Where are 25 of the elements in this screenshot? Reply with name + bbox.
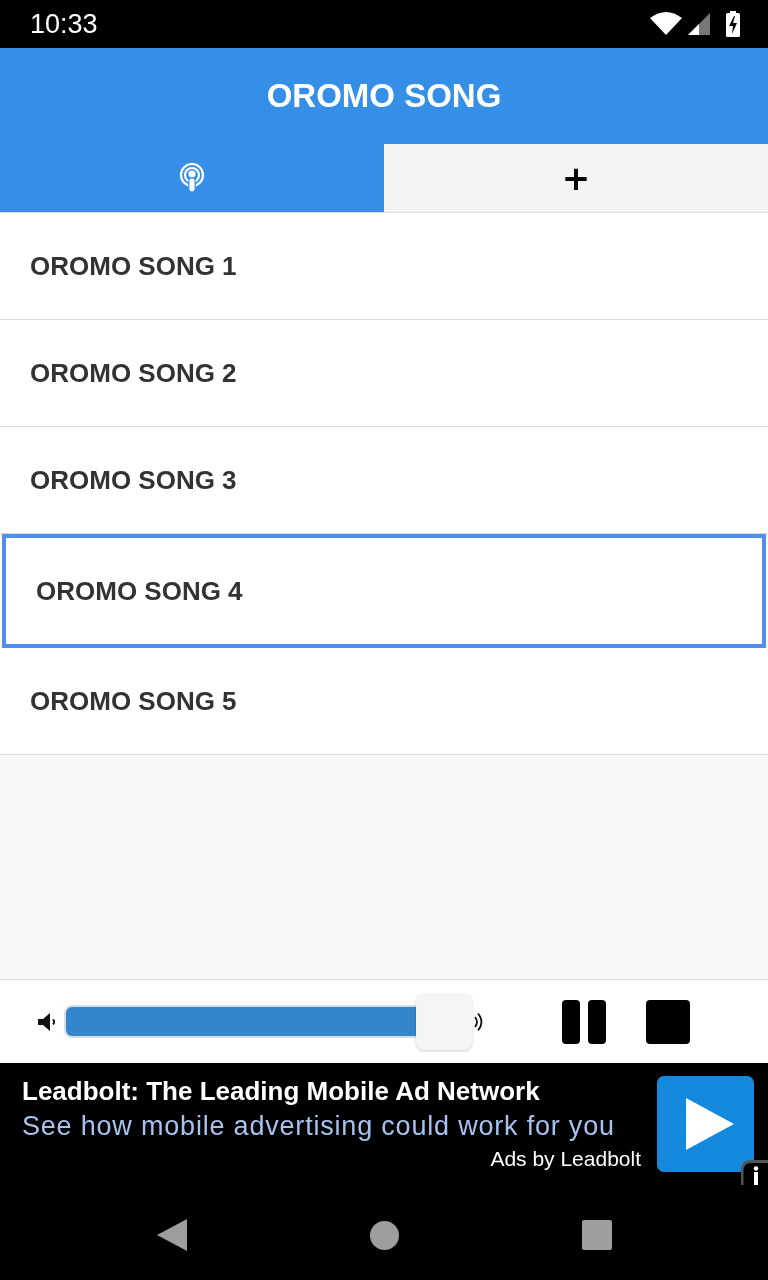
volume-slider[interactable] — [64, 993, 472, 1050]
app-title: OROMO SONG — [266, 76, 502, 116]
signal-icon — [688, 13, 710, 35]
ad-attribution: Ads by Leadbolt — [490, 1146, 641, 1172]
pause-button[interactable] — [562, 999, 606, 1044]
sound-waves-icon — [474, 1011, 485, 1032]
info-icon[interactable] — [741, 1160, 768, 1185]
stop-button[interactable] — [646, 999, 690, 1044]
back-icon[interactable] — [156, 1219, 187, 1251]
ad-headline: Leadbolt: The Leading Mobile Ad Network — [22, 1075, 540, 1108]
status-time: 10:33 — [30, 8, 98, 40]
stop-icon — [646, 999, 690, 1044]
pause-icon — [562, 999, 606, 1044]
ad-banner[interactable]: Leadbolt: The Leading Mobile Ad Network See how mobile advertising could work for you Ads by Leadbolt — [0, 1063, 768, 1190]
ad-text: See how mobile advertising could work for you — [22, 1110, 615, 1143]
add-tab[interactable]: + — [384, 144, 768, 212]
play-icon[interactable] — [657, 1076, 754, 1172]
slider-thumb[interactable] — [416, 993, 472, 1050]
battery-icon — [726, 11, 740, 37]
song-item[interactable]: OROMO SONG 4 — [2, 534, 766, 648]
podcast-icon — [179, 163, 205, 193]
home-icon[interactable] — [369, 1220, 399, 1250]
volume-low-icon — [38, 1012, 57, 1031]
wifi-icon — [650, 11, 682, 35]
recents-icon[interactable] — [581, 1220, 612, 1250]
